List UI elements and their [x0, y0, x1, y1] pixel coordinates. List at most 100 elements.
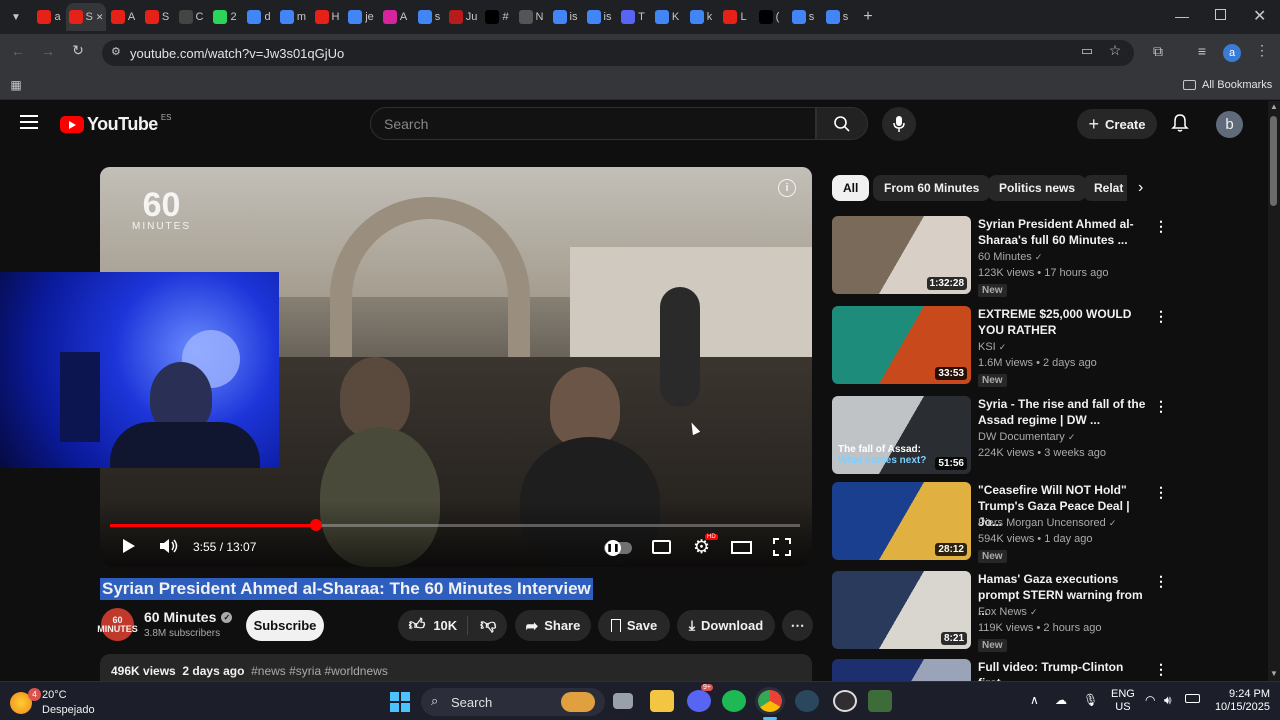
file-explorer-icon[interactable]	[650, 690, 674, 712]
steam-icon[interactable]	[795, 690, 819, 712]
hamburger-menu-icon[interactable]	[20, 115, 38, 129]
wifi-icon[interactable]: ◠	[1145, 693, 1155, 707]
browser-tab[interactable]: S	[140, 3, 174, 31]
search-input[interactable]: Search	[370, 107, 816, 140]
save-button[interactable]: Save	[598, 610, 670, 641]
settings-button[interactable]: ⚙ HD	[693, 534, 718, 559]
browser-tab[interactable]: K	[650, 3, 684, 31]
browser-tab[interactable]: H	[310, 3, 344, 31]
video-title[interactable]: EXTREME $25,000 WOULD YOU RATHER	[978, 306, 1146, 338]
autoplay-toggle[interactable]: ❚❚	[604, 540, 632, 556]
browser-tab[interactable]: 2	[208, 3, 242, 31]
profile-avatar[interactable]: a	[1223, 44, 1241, 62]
bookmark-star-icon[interactable]: ☆	[1105, 42, 1125, 59]
download-button[interactable]: ⤓ Download	[677, 610, 775, 641]
video-thumbnail[interactable]: 8:21	[832, 571, 971, 649]
chips-next-button[interactable]: ›	[1138, 179, 1143, 197]
clock[interactable]: 9:24 PM 10/15/2025	[1210, 688, 1270, 714]
restore-button[interactable]	[1215, 9, 1226, 20]
reload-icon[interactable]: ↻	[68, 42, 88, 59]
new-tab-button[interactable]: +	[854, 8, 882, 26]
video-thumbnail[interactable]: 28:12	[832, 482, 971, 560]
back-icon[interactable]: ←	[8, 43, 28, 59]
chip-from-channel[interactable]: From 60 Minutes	[873, 175, 991, 201]
obs-icon[interactable]	[833, 690, 857, 712]
video-thumbnail[interactable]: 1:32:28	[832, 216, 971, 294]
channel-name[interactable]: Fox News ✓	[978, 606, 1038, 618]
app-icon[interactable]	[868, 690, 892, 712]
chip-all[interactable]: All	[832, 175, 870, 201]
channel-name[interactable]: DW Documentary ✓	[978, 431, 1075, 443]
browser-tab[interactable]: N	[514, 3, 548, 31]
recommended-video[interactable]: 1:32:28 Syrian President Ahmed al-Sharaa'…	[832, 216, 1172, 297]
notifications-bell-icon[interactable]	[1171, 113, 1189, 138]
theater-mode-button[interactable]	[731, 541, 752, 557]
recommended-video[interactable]: Full video: Trump-Clinton first ⋮	[832, 659, 1172, 681]
browser-tab[interactable]: #	[480, 3, 514, 31]
subtitles-button[interactable]	[652, 540, 671, 557]
start-button[interactable]	[390, 692, 410, 712]
browser-tab[interactable]: d	[242, 3, 276, 31]
menu-dots-icon[interactable]: ⋮	[1252, 42, 1272, 59]
more-actions-button[interactable]: ⋯	[782, 610, 813, 641]
all-bookmarks-folder[interactable]: All Bookmarks	[1183, 79, 1272, 91]
more-options-icon[interactable]: ⋮	[1154, 573, 1168, 590]
minimize-button[interactable]: —	[1175, 8, 1189, 24]
channel-name[interactable]: 60 Minutes ✓	[144, 609, 233, 625]
create-button[interactable]: + Create	[1077, 109, 1157, 139]
recommended-video[interactable]: 28:12 "Ceasefire Will NOT Hold" Trump's G…	[832, 482, 1172, 563]
browser-tab[interactable]: s	[820, 3, 854, 31]
browser-tab[interactable]: s	[786, 3, 820, 31]
close-tab-icon[interactable]: ✕	[96, 12, 104, 23]
language-indicator[interactable]: ENG US	[1111, 688, 1135, 714]
recommended-video[interactable]: The fall of Assad: What comes next? 51:56 S…	[832, 396, 1172, 476]
youtube-logo[interactable]: YouTube ES	[60, 113, 172, 135]
browser-tab[interactable]: is	[548, 3, 582, 31]
more-options-icon[interactable]: ⋮	[1154, 218, 1168, 235]
tab-search-button[interactable]: ▼	[0, 3, 32, 31]
chrome-icon[interactable]	[758, 690, 782, 712]
browser-tab[interactable]: k	[684, 3, 718, 31]
forward-icon[interactable]: →	[38, 43, 58, 59]
video-title[interactable]: Syria - The rise and fall of the Assad r…	[978, 396, 1146, 428]
browser-tab[interactable]: (	[752, 3, 786, 31]
channel-name[interactable]: Piers Morgan Uncensored ✓	[978, 517, 1116, 529]
browser-tab[interactable]: m	[276, 3, 310, 31]
recommended-video[interactable]: 8:21 Hamas' Gaza executions prompt STERN …	[832, 571, 1172, 652]
tray-overflow-icon[interactable]: ∧	[1030, 693, 1039, 707]
channel-name[interactable]: 60 Minutes ✓	[978, 251, 1042, 263]
install-app-icon[interactable]: ▭	[1077, 43, 1097, 59]
description-box[interactable]: 496K views 2 days ago #news #syria #worl…	[100, 654, 812, 681]
recommended-video[interactable]: 33:53 EXTREME $25,000 WOULD YOU RATHER KSI…	[832, 306, 1172, 387]
browser-tab[interactable]: a	[32, 3, 66, 31]
browser-tab[interactable]: je	[344, 3, 378, 31]
browser-tab[interactable]: C	[174, 3, 208, 31]
info-icon[interactable]: i	[778, 179, 796, 197]
more-options-icon[interactable]: ⋮	[1154, 398, 1168, 415]
scroll-down-arrow-icon[interactable]: ▼	[1270, 669, 1278, 678]
like-button[interactable]: 👍︎ 10K	[409, 616, 469, 635]
browser-tab[interactable]: s	[412, 3, 446, 31]
onedrive-icon[interactable]: ☁	[1055, 693, 1067, 707]
video-thumbnail[interactable]: The fall of Assad: What comes next? 51:56	[832, 396, 971, 474]
video-title[interactable]: Full video: Trump-Clinton first	[978, 659, 1146, 681]
video-thumbnail[interactable]: 33:53	[832, 306, 971, 384]
share-button[interactable]: ➦ Share	[515, 610, 591, 641]
account-avatar[interactable]: b	[1216, 111, 1243, 138]
fullscreen-button[interactable]	[773, 538, 791, 559]
browser-tab[interactable]: is	[582, 3, 616, 31]
browser-tab[interactable]: S ✕	[66, 3, 106, 31]
more-options-icon[interactable]: ⋮	[1154, 661, 1168, 678]
apps-grid-icon[interactable]: ▦	[6, 78, 26, 92]
voice-search-button[interactable]	[882, 107, 916, 141]
scroll-up-arrow-icon[interactable]: ▲	[1270, 102, 1278, 111]
browser-tab[interactable]: T	[616, 3, 650, 31]
media-controls-icon[interactable]: ≡	[1192, 43, 1212, 59]
taskbar-search[interactable]: ⌕ Search	[421, 688, 605, 716]
video-thumbnail[interactable]	[832, 659, 971, 681]
spotify-icon[interactable]	[722, 690, 746, 712]
progress-bar[interactable]	[110, 519, 800, 531]
browser-tab[interactable]: Ju	[446, 3, 480, 31]
play-button[interactable]	[122, 538, 136, 557]
dislike-button[interactable]: 👎︎	[474, 616, 496, 635]
